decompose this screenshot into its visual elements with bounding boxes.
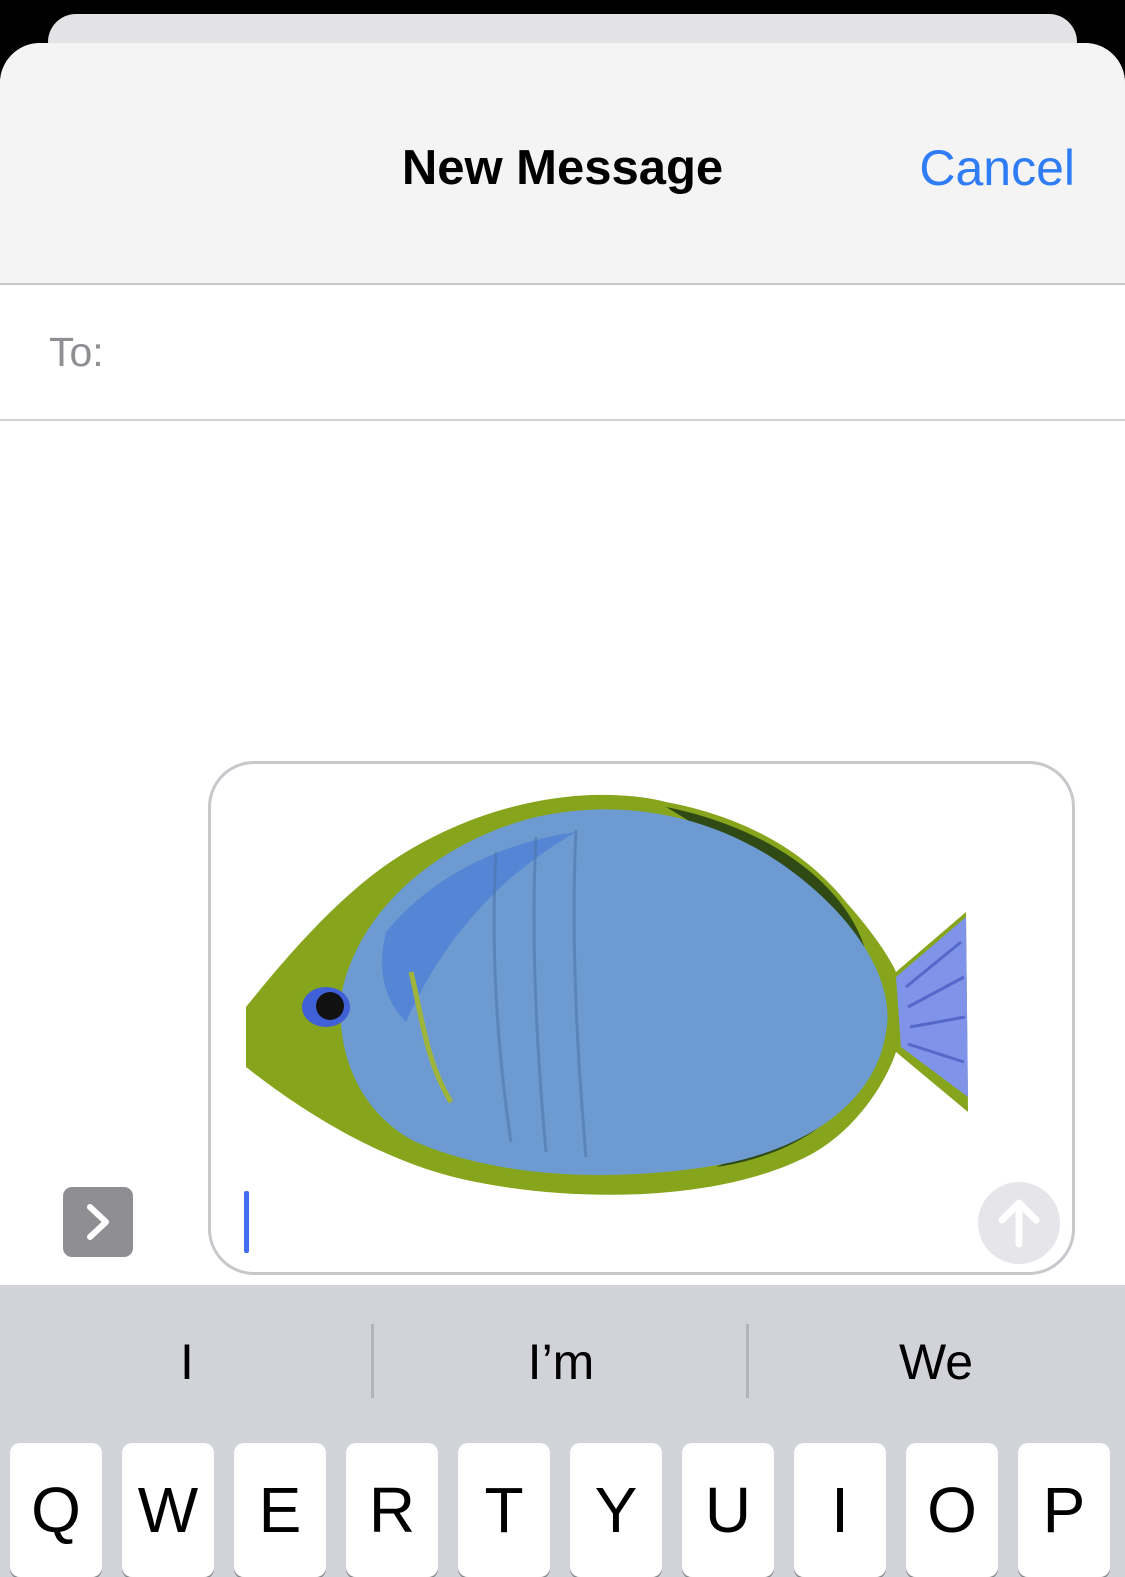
recipient-row: To: (0, 285, 1125, 421)
suggestion-2[interactable]: I’m (374, 1285, 748, 1438)
key-y[interactable]: Y (570, 1443, 662, 1577)
send-button[interactable] (978, 1182, 1060, 1264)
new-message-sheet: New Message Cancel To: I I’m We Q W E R … (0, 43, 1125, 1577)
suggestion-1[interactable]: I (0, 1285, 374, 1438)
key-q[interactable]: Q (10, 1443, 102, 1577)
text-cursor (244, 1191, 249, 1253)
expand-apps-button[interactable] (63, 1187, 133, 1257)
recipient-input[interactable] (130, 315, 1084, 391)
key-i[interactable]: I (794, 1443, 886, 1577)
key-t[interactable]: T (458, 1443, 550, 1577)
key-r[interactable]: R (346, 1443, 438, 1577)
key-o[interactable]: O (906, 1443, 998, 1577)
keyboard: I I’m We Q W E R T Y U I O P (0, 1285, 1125, 1577)
suggestion-3[interactable]: We (749, 1285, 1123, 1438)
key-p[interactable]: P (1018, 1443, 1110, 1577)
key-w[interactable]: W (122, 1443, 214, 1577)
message-compose-field[interactable] (208, 761, 1075, 1275)
to-label: To: (49, 329, 104, 375)
arrow-up-icon (998, 1199, 1040, 1248)
key-e[interactable]: E (234, 1443, 326, 1577)
navigation-bar: New Message Cancel (0, 43, 1125, 285)
chevron-right-icon (87, 1204, 109, 1240)
fish-sticker-icon (246, 794, 968, 1195)
cancel-button[interactable]: Cancel (919, 138, 1075, 198)
key-u[interactable]: U (682, 1443, 774, 1577)
